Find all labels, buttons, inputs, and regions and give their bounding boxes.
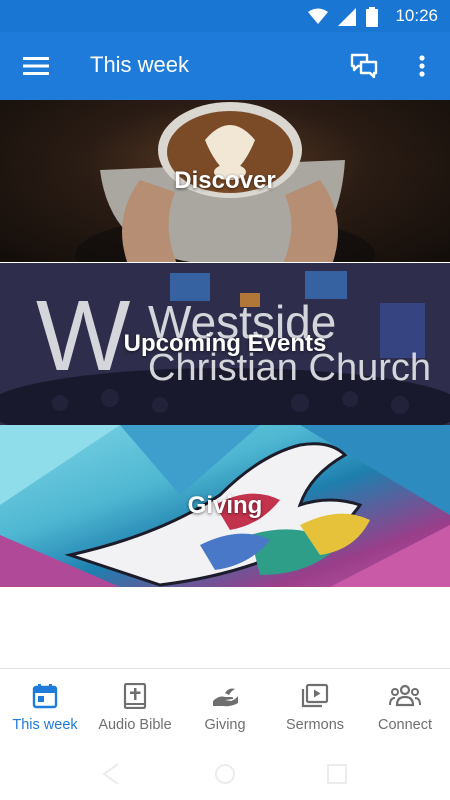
nav-label-this-week: This week [12,717,78,733]
giving-label: Giving [187,492,263,519]
upcoming-events-tile[interactable]: W Westside Christian Church Upcoming Eve… [0,263,450,425]
signal-icon [338,8,356,26]
system-nav-icons [102,763,347,785]
recents-icon [327,764,347,784]
hamburger-menu-icon [23,57,49,75]
menu-button[interactable] [14,44,58,88]
back-icon [102,763,119,785]
more-vert-icon [419,55,425,77]
giving-tile[interactable]: Giving [0,425,450,587]
nav-label-audio-bible: Audio Bible [98,717,172,733]
logo-w: W [36,280,130,392]
nav-label-connect: Connect [377,717,432,733]
nav-sermons[interactable]: Sermons [270,669,360,750]
status-time: 10:26 [395,6,438,25]
nav-this-week[interactable]: This week [0,669,90,750]
bible-icon [123,683,147,709]
nav-audio-bible[interactable]: Audio Bible [90,669,180,750]
system-navigation-bar [0,750,450,800]
people-icon [389,684,421,707]
sermons-play-icon [301,683,329,708]
app-bar: This week [0,32,450,100]
status-icons [308,7,378,27]
chat-button[interactable] [342,44,386,88]
home-icon [215,764,235,784]
nav-giving[interactable]: Giving [180,669,270,750]
upcoming-events-label: Upcoming Events [123,330,327,357]
discover-tile[interactable]: Discover [0,100,450,262]
discover-label: Discover [174,167,276,194]
bottom-navigation: This week Audio Bible Giving Sermons Con… [0,668,450,750]
chat-icon [350,53,378,79]
battery-icon [366,7,378,27]
calendar-icon [32,684,58,709]
nav-label-giving: Giving [204,717,246,733]
status-bar: 10:26 [0,0,450,32]
nav-label-sermons: Sermons [285,717,345,733]
giving-hand-icon [213,688,238,707]
wifi-icon [308,8,328,24]
page-title: This week [90,52,190,77]
nav-connect[interactable]: Connect [360,669,450,750]
more-options-button[interactable] [400,44,444,88]
